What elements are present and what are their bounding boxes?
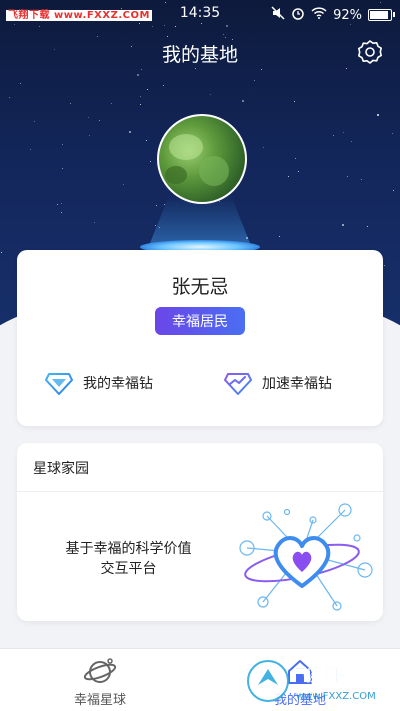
my-diamonds-button[interactable]: 我的幸福钻: [45, 370, 153, 396]
star: [343, 132, 344, 133]
star: [155, 225, 156, 226]
star: [361, 179, 362, 180]
star: [347, 176, 348, 177]
star: [223, 34, 224, 35]
watermark-text: 飞翔下载: [294, 665, 362, 686]
star: [146, 140, 147, 141]
star: [61, 203, 62, 204]
watermark: 飞翔下载 www.FXXZ.COM: [244, 655, 394, 707]
star: [140, 104, 141, 105]
description-line-1: 基于幸福的科学价值: [65, 541, 192, 557]
star: [129, 131, 131, 133]
status-icons: 92%: [271, 6, 395, 24]
star: [34, 121, 35, 122]
star: [140, 96, 141, 97]
tab-label: 幸福星球: [73, 693, 126, 708]
star: [9, 97, 10, 98]
star: [346, 68, 347, 69]
star: [261, 69, 262, 70]
star: [384, 265, 385, 266]
star: [367, 226, 368, 227]
star: [156, 205, 157, 206]
divider: [17, 491, 383, 492]
tab-happiness-planet[interactable]: 幸福星球: [0, 649, 200, 711]
star: [30, 149, 31, 150]
star: [288, 176, 289, 177]
star: [298, 171, 299, 172]
planet-home-title: 星球家园: [33, 461, 89, 477]
star: [57, 204, 58, 205]
battery-percent: 92%: [333, 7, 362, 23]
my-diamonds-label: 我的幸福钻: [83, 376, 153, 392]
star: [141, 69, 142, 70]
star: [342, 224, 344, 226]
accelerate-diamonds-button[interactable]: 加速幸福钻: [224, 370, 332, 396]
wifi-icon: [311, 7, 327, 23]
star: [123, 184, 124, 185]
battery-icon: [368, 9, 395, 21]
accelerate-diamond-icon: [224, 373, 252, 395]
star: [294, 101, 295, 102]
star: [70, 103, 71, 104]
planet-home-description: 基于幸福的科学价值 交互平台: [41, 539, 216, 579]
star: [62, 168, 63, 169]
star: [167, 36, 168, 37]
alarm-icon: [291, 6, 305, 24]
star: [377, 114, 379, 116]
star: [333, 135, 334, 136]
star: [242, 100, 244, 102]
star: [147, 89, 148, 90]
settings-button[interactable]: [356, 38, 384, 66]
planet-icon: [83, 658, 117, 683]
star: [254, 80, 255, 81]
star: [88, 117, 89, 118]
page-title: 我的基地: [161, 44, 238, 66]
mute-icon: [271, 6, 285, 24]
star: [163, 85, 164, 86]
star: [111, 103, 112, 104]
star: [99, 120, 100, 121]
profile-card: 张无忌 幸福居民 我的幸福钻 加速幸福钻: [17, 250, 383, 426]
planet-home-card[interactable]: 星球家园 基于幸福的科学价值 交互平台: [17, 443, 383, 621]
heart-network-icon: [239, 503, 373, 611]
description-line-2: 交互平台: [100, 561, 157, 577]
star: [164, 204, 165, 205]
star: [393, 190, 394, 191]
star: [392, 133, 393, 134]
star: [263, 147, 264, 148]
star: [295, 158, 296, 159]
diamond-icon: [45, 373, 73, 395]
status-bar: 飞翔下载 www.FXXZ.COM 14:35 92%: [0, 0, 400, 28]
accelerate-diamonds-label: 加速幸福钻: [262, 376, 332, 392]
star: [195, 68, 196, 69]
star: [351, 141, 352, 142]
star: [279, 236, 280, 237]
star: [61, 212, 62, 213]
star: [20, 83, 21, 84]
star: [150, 161, 151, 162]
star: [137, 74, 139, 76]
star: [97, 36, 98, 37]
star: [94, 222, 95, 223]
star: [62, 144, 63, 145]
watermark-url: www.FXXZ.COM: [296, 691, 376, 702]
resident-badge: 幸福居民: [155, 307, 245, 335]
star: [1, 252, 2, 253]
gear-icon: [358, 40, 382, 64]
star: [225, 37, 226, 38]
star: [210, 94, 211, 95]
star: [89, 135, 90, 136]
avatar[interactable]: [157, 114, 247, 204]
username: 张无忌: [171, 276, 229, 298]
